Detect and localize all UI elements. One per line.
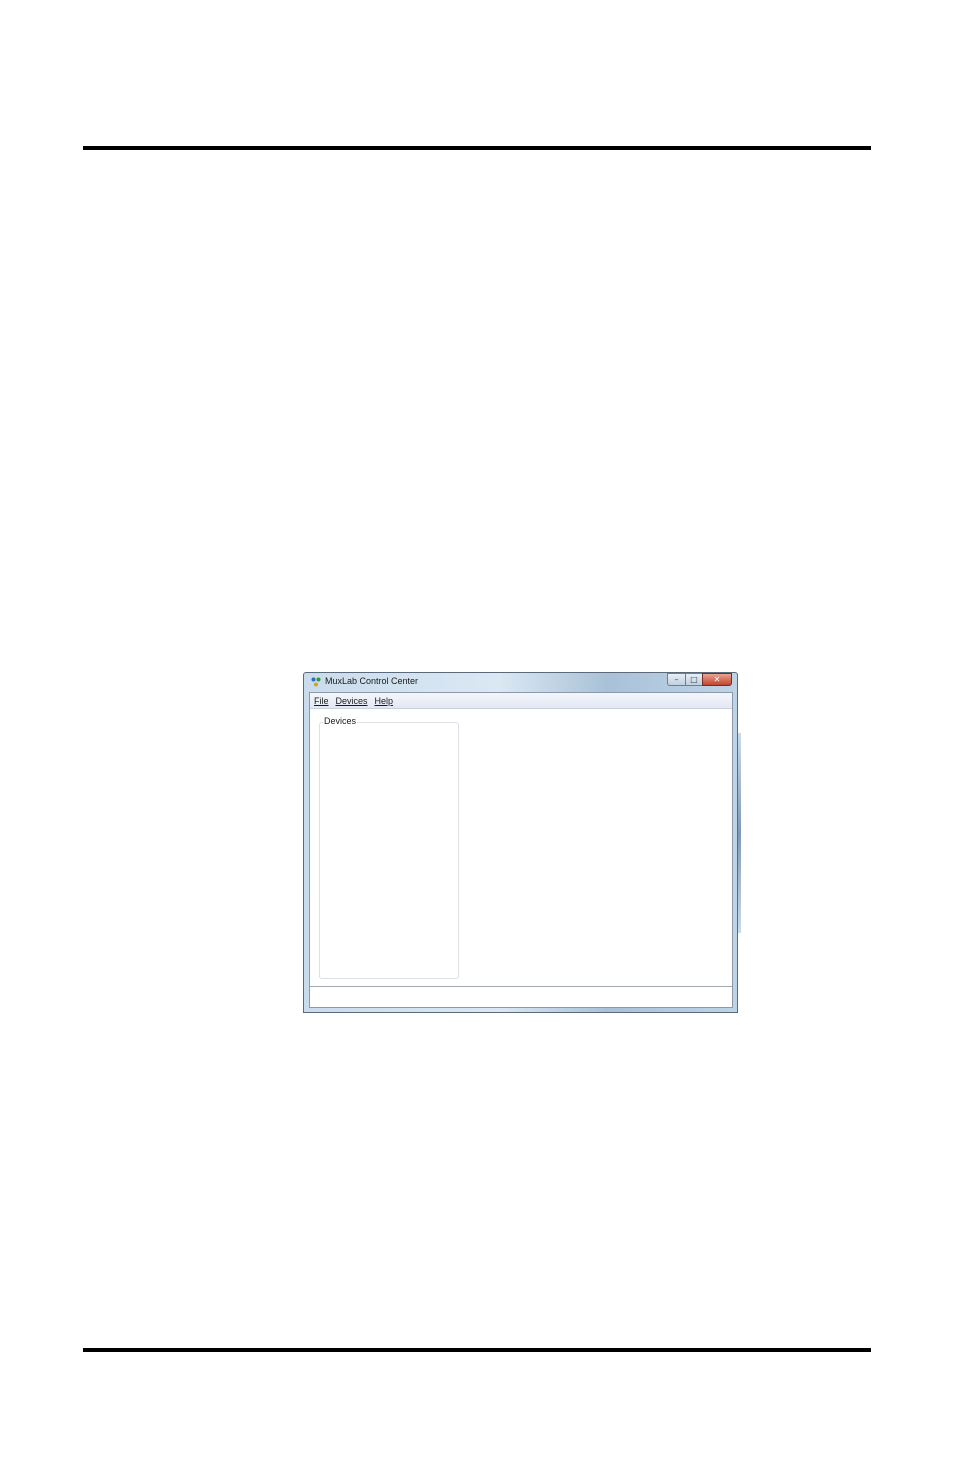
footer-rule xyxy=(83,1348,871,1352)
maximize-icon: □ xyxy=(690,675,698,684)
menu-help[interactable]: Help xyxy=(372,696,397,706)
header-rule xyxy=(83,146,871,150)
muxlab-app-icon xyxy=(311,677,321,687)
close-icon: ✕ xyxy=(713,675,721,684)
client-area: File Devices Help Devices xyxy=(309,692,733,1008)
app-window: MuxLab Control Center – □ ✕ File Devices… xyxy=(303,672,741,1013)
devices-groupbox[interactable]: Devices xyxy=(319,716,459,979)
menu-bar: File Devices Help xyxy=(310,693,732,709)
maximize-button[interactable]: □ xyxy=(685,673,702,686)
window-resize-edge[interactable] xyxy=(738,733,741,933)
close-button[interactable]: ✕ xyxy=(702,673,732,686)
minimize-button[interactable]: – xyxy=(667,673,685,686)
status-bar xyxy=(310,986,732,1007)
minimize-icon: – xyxy=(674,675,679,684)
devices-group-label: Devices xyxy=(323,716,358,726)
title-bar[interactable]: MuxLab Control Center – □ ✕ xyxy=(304,673,737,691)
caption-buttons: – □ ✕ xyxy=(667,673,732,687)
window-title: MuxLab Control Center xyxy=(325,676,419,686)
menu-file[interactable]: File xyxy=(311,696,332,706)
menu-devices[interactable]: Devices xyxy=(333,696,371,706)
